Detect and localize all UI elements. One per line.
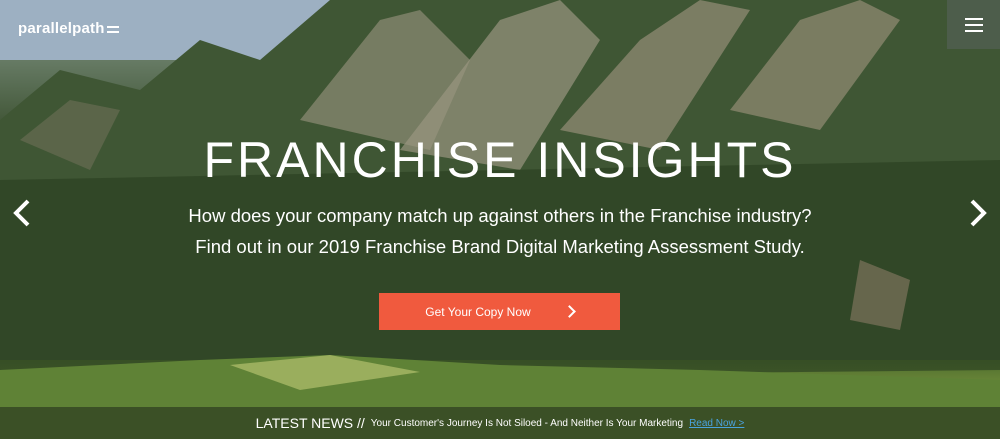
logo-lines-icon	[106, 25, 119, 34]
menu-line	[964, 17, 983, 20]
hero-subline-2: Find out in our 2019 Franchise Brand Dig…	[195, 236, 805, 257]
hero-headline: FRANCHISE INSIGHTS	[203, 132, 797, 188]
news-headline: Your Customer's Journey Is Not Siloed - …	[370, 417, 684, 429]
read-now-link[interactable]: Read Now >	[689, 418, 744, 429]
cta-label: Get Your Copy Now	[425, 304, 531, 319]
logo-text: parallelpath	[18, 20, 105, 37]
latest-news-bar: LATEST NEWS // Your Customer's Journey I…	[0, 407, 1000, 439]
menu-line	[964, 29, 983, 32]
news-label: LATEST NEWS //	[255, 415, 365, 431]
chevron-right-icon	[562, 305, 576, 318]
hero-banner: parallelpath FRANCHISE INSIGHTS How does…	[0, 0, 1000, 439]
get-copy-button[interactable]: Get Your Copy Now	[379, 293, 620, 330]
menu-line	[964, 23, 983, 26]
brand-logo[interactable]: parallelpath	[18, 20, 119, 37]
hero-subline-1: How does your company match up against o…	[188, 205, 812, 226]
hamburger-menu-button[interactable]	[947, 0, 1000, 49]
